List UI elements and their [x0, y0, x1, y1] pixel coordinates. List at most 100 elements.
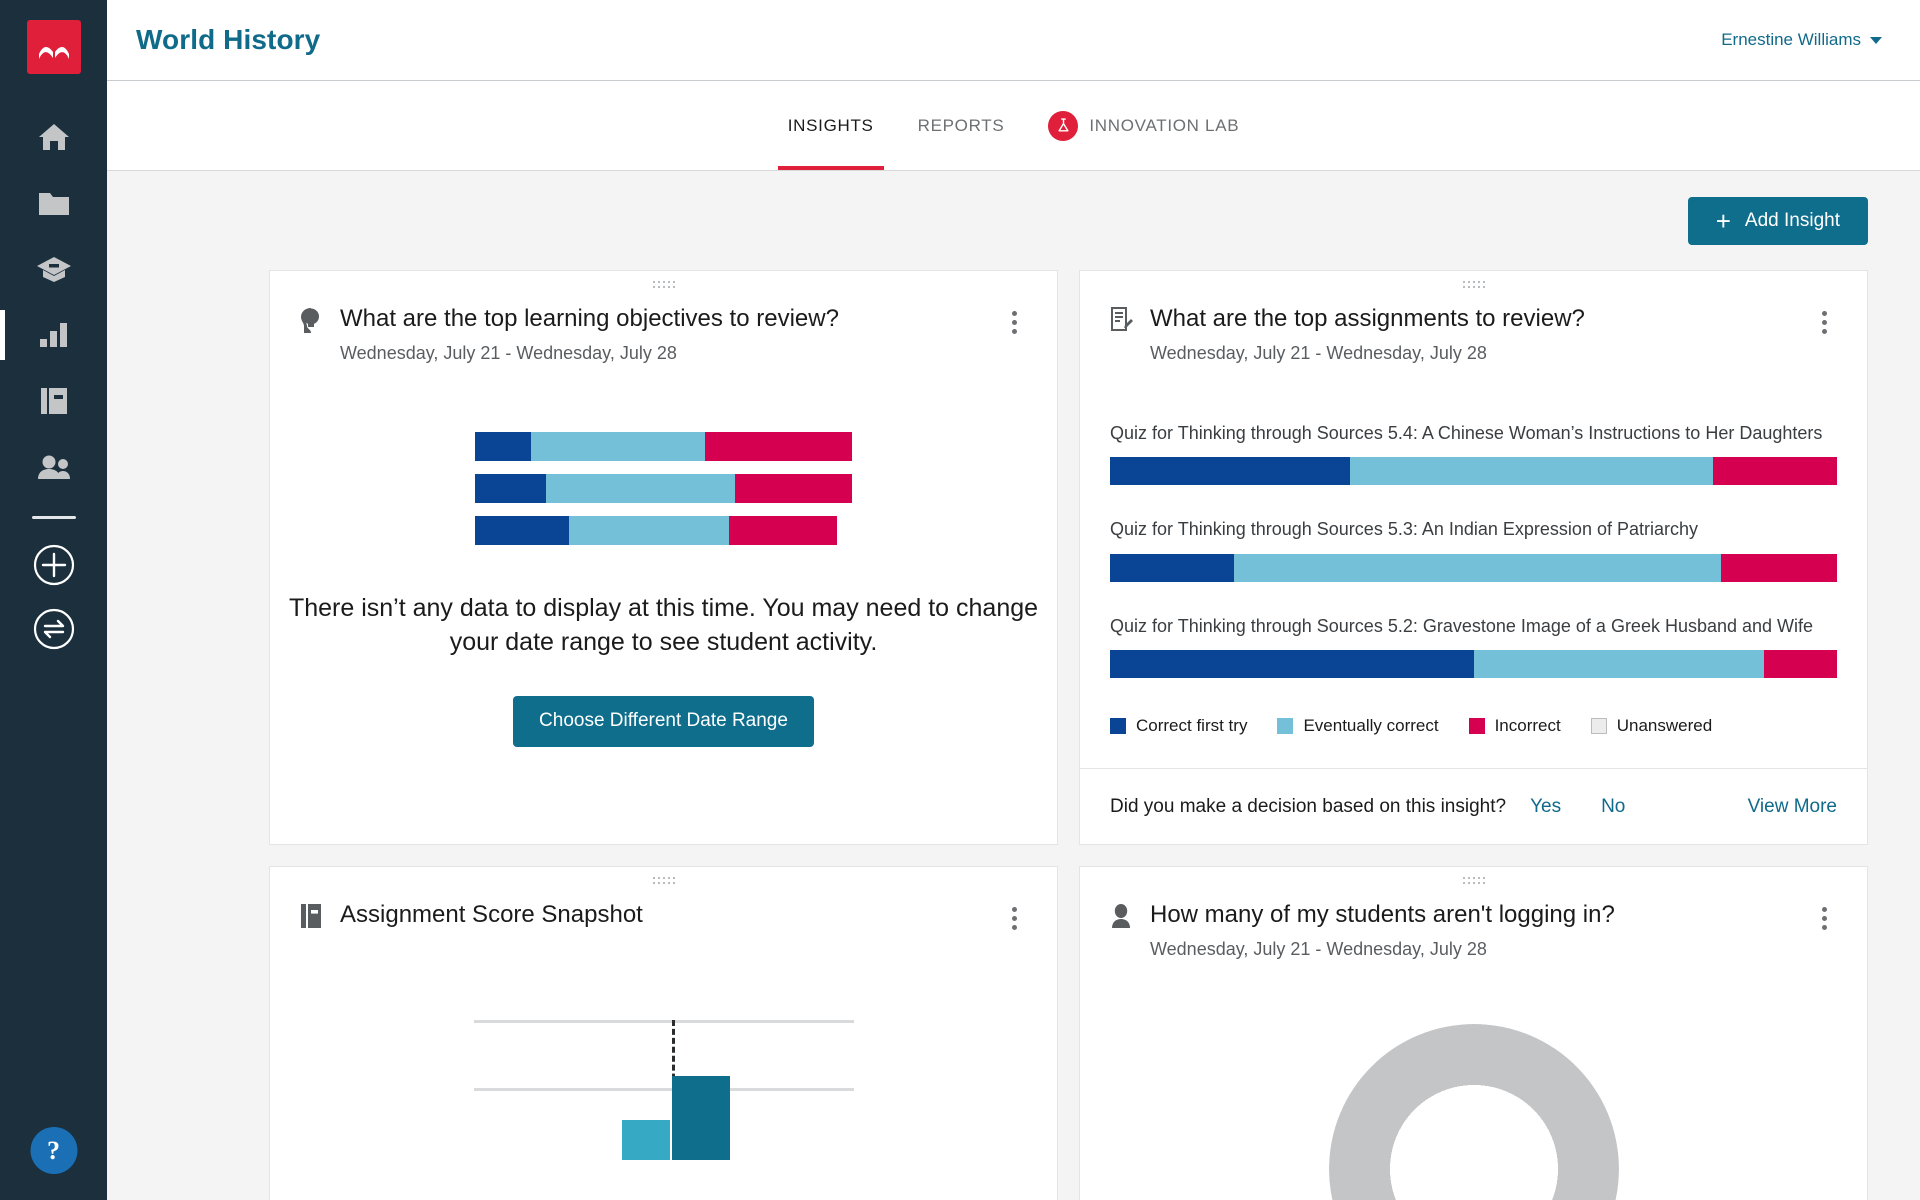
card-feedback-footer: Did you make a decision based on this in…	[1080, 768, 1867, 844]
tab-reports[interactable]: REPORTS	[896, 81, 1027, 170]
tab-bar: INSIGHTS REPORTS INNOVATION LAB	[107, 81, 1920, 171]
legend-label: Correct first try	[1136, 716, 1248, 736]
add-circle-icon	[33, 544, 74, 586]
assignment-row: Quiz for Thinking through Sources 5.4: A…	[1110, 422, 1837, 486]
bar-segment-correct-first-try	[1110, 553, 1234, 582]
placeholder-bar-chart	[474, 431, 853, 545]
assignment-label: Quiz for Thinking through Sources 5.4: A…	[1110, 422, 1823, 443]
legend-swatch	[1277, 718, 1294, 735]
sidebar-divider	[31, 516, 76, 519]
bar-segment-incorrect	[1720, 553, 1837, 582]
legend-label: Eventually correct	[1303, 716, 1439, 736]
card-title-block: How many of my students aren't logging i…	[1138, 901, 1811, 960]
stacked-bar[interactable]	[1110, 553, 1837, 582]
tab-insights[interactable]: INSIGHTS	[766, 81, 896, 170]
legend-item-incorrect: Incorrect	[1468, 716, 1561, 736]
person-icon	[1110, 903, 1138, 934]
bar-segment-eventually-correct	[1473, 650, 1765, 679]
card-options-button[interactable]	[1001, 901, 1027, 931]
card-options-button[interactable]	[1001, 305, 1027, 334]
chevron-down-icon	[1870, 36, 1882, 44]
score-snapshot-chart	[270, 1020, 1057, 1161]
bar-segment-eventually-correct	[1349, 457, 1714, 486]
book-icon	[40, 388, 67, 414]
plus-icon: +	[1715, 206, 1731, 236]
card-student-logins: How many of my students aren't logging i…	[1079, 866, 1868, 1200]
assignment-row: Quiz for Thinking through Sources 5.2: G…	[1110, 615, 1837, 679]
macmillan-logo[interactable]	[26, 20, 81, 74]
add-insight-button[interactable]: + Add Insight	[1687, 197, 1868, 245]
legend-label: Incorrect	[1494, 716, 1561, 736]
legend-item-correct-first-try: Correct first try	[1110, 716, 1247, 736]
stacked-bar[interactable]	[1110, 457, 1837, 486]
tab-innovation-lab[interactable]: INNOVATION LAB	[1026, 81, 1261, 170]
bar-segment-incorrect	[1764, 650, 1837, 679]
card-date-range: Wednesday, July 21 - Wednesday, July 28	[1150, 938, 1487, 959]
legend-item-eventually-correct: Eventually correct	[1277, 716, 1439, 736]
card-learning-objectives: What are the top learning objectives to …	[269, 270, 1058, 846]
home-icon	[38, 124, 69, 150]
assignment-row: Quiz for Thinking through Sources 5.3: A…	[1110, 518, 1837, 582]
sidebar-add-button[interactable]	[0, 533, 107, 597]
chart-legend: Correct first try Eventually correct Inc…	[1080, 711, 1867, 736]
stacked-bar[interactable]	[1110, 650, 1837, 679]
sidebar-item-ebook[interactable]	[0, 368, 107, 434]
help-button[interactable]: ?	[30, 1127, 77, 1174]
user-menu[interactable]: Ernestine Williams	[1721, 30, 1882, 50]
box-upper	[671, 1076, 730, 1161]
card-title-block: What are the top assignments to review? …	[1138, 305, 1811, 364]
card-drag-handle[interactable]	[652, 877, 675, 887]
card-drag-handle[interactable]	[1462, 877, 1485, 887]
book-icon	[300, 903, 328, 934]
card-title: How many of my students aren't logging i…	[1150, 901, 1615, 929]
empty-state-message: There isn’t any data to display at this …	[288, 593, 1039, 657]
bar-segment-correct-first-try	[1110, 457, 1350, 486]
card-assignment-score-snapshot: Assignment Score Snapshot	[269, 866, 1058, 1200]
add-insight-label: Add Insight	[1744, 210, 1840, 231]
empty-state-action: Choose Different Date Range	[270, 695, 1057, 791]
top-header: World History Ernestine Williams	[107, 0, 1920, 81]
bar-segment-eventually-correct	[1233, 553, 1721, 582]
sidebar-item-home[interactable]	[0, 104, 107, 170]
sidebar-item-resources[interactable]	[0, 170, 107, 236]
bar-segment-incorrect	[1713, 457, 1837, 486]
placeholder-bar	[474, 515, 838, 545]
head-lightbulb-icon	[300, 307, 328, 339]
card-title: What are the top assignments to review?	[1150, 305, 1585, 332]
card-top-assignments: What are the top assignments to review? …	[1079, 270, 1868, 846]
sidebar-switch-button[interactable]	[0, 597, 107, 661]
tab-insights-label: INSIGHTS	[787, 115, 874, 135]
folder-icon	[38, 193, 69, 215]
document-edit-icon	[1110, 307, 1138, 338]
view-more-link[interactable]: View More	[1748, 796, 1837, 818]
donut-ring	[1328, 1023, 1619, 1200]
people-icon	[37, 455, 70, 479]
legend-item-unanswered: Unanswered	[1590, 716, 1713, 736]
boxplot	[473, 1020, 854, 1161]
card-title: What are the top learning objectives to …	[340, 305, 839, 332]
card-drag-handle[interactable]	[1462, 281, 1485, 291]
tab-innovation-lab-label: INNOVATION LAB	[1089, 115, 1240, 135]
sidebar-item-gradebook[interactable]	[0, 236, 107, 302]
feedback-yes-button[interactable]: Yes	[1530, 796, 1561, 818]
legend-swatch	[1468, 718, 1485, 735]
choose-date-range-button[interactable]: Choose Different Date Range	[513, 695, 814, 747]
card-title-block: What are the top learning objectives to …	[328, 305, 1001, 364]
gridline	[473, 1088, 854, 1092]
sidebar-item-insights[interactable]	[0, 302, 107, 368]
bar-chart-icon	[39, 323, 67, 347]
page-title: World History	[136, 24, 321, 55]
feedback-no-button[interactable]: No	[1601, 796, 1625, 818]
tab-reports-label: REPORTS	[917, 115, 1005, 135]
sidebar-item-students[interactable]	[0, 434, 107, 500]
card-drag-handle[interactable]	[652, 281, 675, 291]
card-options-button[interactable]	[1811, 901, 1837, 931]
swap-circle-icon	[33, 608, 74, 650]
bar-segment-correct-first-try	[1110, 650, 1474, 679]
assignment-label: Quiz for Thinking through Sources 5.2: G…	[1110, 615, 1814, 636]
card-options-button[interactable]	[1811, 305, 1837, 334]
insights-content: + Add Insight What are the top learning …	[107, 171, 1920, 1200]
legend-label: Unanswered	[1616, 716, 1713, 736]
insight-card-grid: What are the top learning objectives to …	[107, 245, 1920, 1200]
feedback-question: Did you make a decision based on this in…	[1110, 795, 1507, 817]
